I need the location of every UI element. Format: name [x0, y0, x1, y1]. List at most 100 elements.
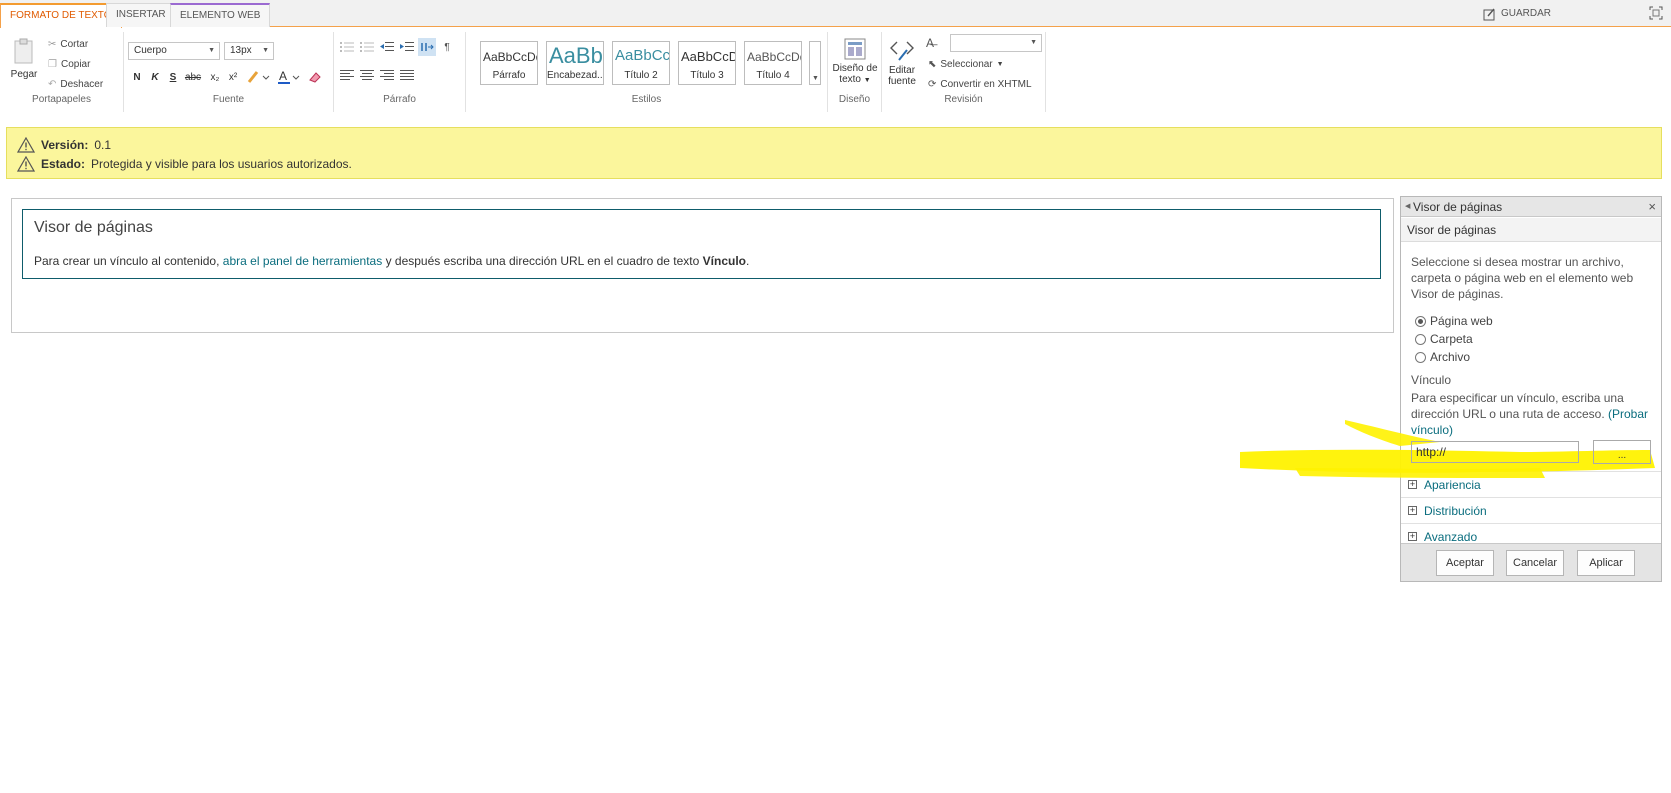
undo-button[interactable]: ↶ Deshacer	[48, 76, 103, 94]
radio-icon[interactable]	[1415, 333, 1426, 345]
convert-xhtml-button[interactable]: ⟳ Convertir en XHTML	[928, 76, 1032, 94]
expand-icon[interactable]: +	[1408, 532, 1417, 541]
select-label: Seleccionar	[940, 59, 993, 70]
align-right-button[interactable]	[378, 66, 396, 84]
copy-label: Copiar	[60, 59, 91, 70]
style-heading-1[interactable]: AaBb Encabezad...	[546, 41, 604, 85]
section-label[interactable]: Apariencia	[1424, 472, 1481, 498]
collapse-icon[interactable]: ◀	[1405, 197, 1410, 217]
group-label: Portapapeles	[32, 94, 91, 105]
highlight-color-button[interactable]	[246, 68, 272, 86]
tab-insertar[interactable]: INSERTAR	[106, 3, 176, 27]
styles-scroll[interactable]: ▼	[809, 41, 821, 85]
radio-selected-icon[interactable]	[1415, 315, 1426, 327]
radio-folder[interactable]: Carpeta	[1415, 331, 1473, 347]
section-appearance[interactable]: + Apariencia	[1401, 471, 1661, 497]
style-name: Título 3	[690, 70, 724, 81]
radio-label: Página web	[1430, 314, 1493, 328]
language-select[interactable]: ▼	[950, 34, 1042, 52]
style-heading-2[interactable]: AaBbCc Título 2	[612, 41, 670, 85]
decrease-indent-button[interactable]	[378, 38, 396, 56]
align-right-icon	[380, 70, 394, 80]
numbering-button[interactable]	[358, 38, 376, 56]
bullets-button[interactable]	[338, 38, 356, 56]
webpart-message: Para crear un vínculo al contenido, abra…	[34, 254, 749, 268]
text-layout-icon	[844, 38, 866, 60]
group-clipboard: Pegar ✂ Cortar ❐ Copiar ↶ Deshacer Portapap…	[0, 32, 124, 112]
pane-footer: Aceptar Cancelar Aplicar	[1401, 543, 1661, 581]
status-bar: Versión: 0.1 Estado: Protegida y visible…	[6, 127, 1662, 179]
cut-button[interactable]: ✂ Cortar	[48, 36, 88, 54]
radio-webpage[interactable]: Página web	[1415, 313, 1493, 329]
tab-elemento-web[interactable]: ELEMENTO WEB	[170, 3, 271, 27]
font-color-button[interactable]: A	[276, 68, 302, 86]
style-heading-3[interactable]: AaBbCcDd Título 3	[678, 41, 736, 85]
expand-icon[interactable]: +	[1408, 480, 1417, 489]
text-layout-button[interactable]: Diseño de texto ▼	[831, 38, 879, 86]
font-family-select[interactable]: Cuerpo ▼	[128, 42, 220, 60]
underline-button[interactable]: S	[164, 68, 182, 86]
radio-icon[interactable]	[1415, 351, 1426, 363]
text-layout-label-2: texto	[839, 74, 861, 85]
paste-button[interactable]: Pegar	[6, 38, 42, 80]
style-name: Párrafo	[492, 70, 526, 81]
message-end: .	[746, 254, 750, 268]
italic-button[interactable]: K	[146, 68, 164, 86]
bold-button[interactable]: N	[128, 68, 146, 86]
style-heading-4[interactable]: AaBbCcDdE Título 4	[744, 41, 802, 85]
eraser-icon	[309, 72, 321, 83]
ribbon: Pegar ✂ Cortar ❐ Copiar ↶ Deshacer Portapap…	[0, 28, 1671, 112]
url-input[interactable]	[1411, 441, 1579, 463]
increase-indent-button[interactable]	[398, 38, 416, 56]
undo-label: Deshacer	[60, 79, 104, 90]
bullet-list-icon	[340, 42, 354, 52]
cancel-button[interactable]: Cancelar	[1506, 550, 1564, 576]
close-icon[interactable]: ×	[1648, 197, 1656, 217]
font-size-select[interactable]: 13px ▼	[224, 42, 274, 60]
numbered-list-icon	[360, 42, 374, 52]
edit-source-button[interactable]: Editar fuente	[884, 38, 920, 87]
ltr-button[interactable]	[418, 38, 436, 56]
font-family-value: Cuerpo	[134, 45, 167, 56]
pilcrow-button[interactable]: ¶	[438, 38, 456, 56]
tab-formato-texto[interactable]: FORMATO DE TEXTO	[0, 3, 122, 28]
select-button[interactable]: ⬉ Seleccionar ▼	[928, 56, 1004, 74]
focus-content-button[interactable]	[1649, 6, 1663, 20]
tab-label: ELEMENTO WEB	[180, 10, 261, 21]
message-text: Para crear un vínculo al contenido,	[34, 254, 220, 268]
browse-button[interactable]: ...	[1593, 440, 1651, 464]
align-left-button[interactable]	[338, 66, 356, 84]
section-label[interactable]: Distribución	[1424, 498, 1487, 524]
page-viewer-webpart[interactable]: Visor de páginas Para crear un vínculo a…	[22, 209, 1381, 279]
pane-header: ◀ Visor de páginas ×	[1401, 197, 1661, 217]
section-layout[interactable]: + Distribución	[1401, 497, 1661, 523]
pane-title: Visor de páginas	[1413, 200, 1503, 214]
language-button[interactable]: A̶	[926, 34, 934, 52]
indent-icon	[400, 42, 414, 51]
chevron-down-icon: ▼	[1030, 39, 1037, 46]
clear-format-button[interactable]	[306, 68, 324, 86]
radio-file[interactable]: Archivo	[1415, 349, 1470, 365]
convert-label: Convertir en XHTML	[940, 79, 1032, 90]
style-sample: AaBb	[549, 43, 603, 68]
apply-button[interactable]: Aplicar	[1577, 550, 1635, 576]
save-button[interactable]: GUARDAR	[1483, 6, 1551, 22]
expand-icon[interactable]: +	[1408, 506, 1417, 515]
superscript-button[interactable]: x²	[224, 68, 242, 86]
cut-label: Cortar	[60, 39, 89, 50]
radio-label: Archivo	[1430, 350, 1471, 364]
copy-button[interactable]: ❐ Copiar	[48, 56, 90, 74]
code-icon	[890, 41, 914, 61]
justify-button[interactable]	[398, 66, 416, 84]
align-center-button[interactable]	[358, 66, 376, 84]
paste-icon	[14, 38, 33, 64]
ok-button[interactable]: Aceptar	[1436, 550, 1494, 576]
open-toolpane-link[interactable]: abra el panel de herramientas	[223, 254, 382, 268]
strikethrough-button[interactable]: abc	[182, 68, 204, 86]
save-icon	[1483, 8, 1495, 20]
style-paragraph[interactable]: AaBbCcDdEe Párrafo	[480, 41, 538, 85]
align-left-icon	[340, 70, 354, 80]
group-paragraph: ¶ Párrafo	[334, 32, 466, 112]
style-sample: AaBbCc	[615, 47, 670, 64]
subscript-button[interactable]: x₂	[206, 68, 224, 86]
